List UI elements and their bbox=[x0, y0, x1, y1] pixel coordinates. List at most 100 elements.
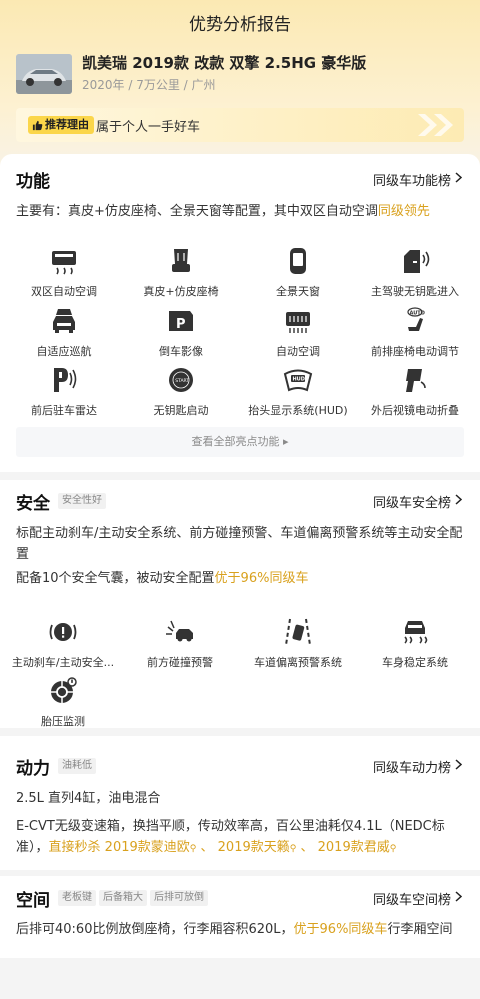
function-desc-text: 主要有：真皮+仿皮座椅、全景天窗等配置，其中双区自动空调 bbox=[16, 204, 378, 219]
power-section: 动力 油耗低 同级车动力榜 2.5L 直列4缸，油电混合 E-CVT无级变速箱，… bbox=[0, 736, 480, 870]
car-model-name: 凯美瑞 2019款 改款 双擎 2.5HG 豪华版 bbox=[82, 54, 367, 72]
safety-label: 主动刹车/主动安全... bbox=[11, 656, 115, 669]
svg-text:AUTO: AUTO bbox=[410, 311, 425, 317]
power-title: 动力 bbox=[16, 759, 50, 779]
space-rank-label: 同级车空间榜 bbox=[372, 893, 451, 908]
space-desc-text: 后排可40:60比例放倒座椅，行李厢容积620L， bbox=[16, 922, 294, 937]
feature-label: 抬头显示系统(HUD) bbox=[248, 404, 348, 417]
feature-item[interactable]: START 无钥匙启动 bbox=[121, 365, 241, 418]
feature-item[interactable]: 全景天窗 bbox=[238, 246, 358, 299]
feature-label: 全景天窗 bbox=[276, 285, 320, 298]
feature-label: 无钥匙启动 bbox=[153, 404, 209, 417]
feature-item[interactable]: P 倒车影像 bbox=[121, 306, 241, 359]
power-spec: 2.5L 直列4缸，油电混合 bbox=[16, 791, 161, 806]
space-tag: 老板键 bbox=[58, 890, 96, 906]
collision-warning-icon bbox=[166, 620, 193, 642]
function-section: 功能 同级车功能榜 主要有：真皮+仿皮座椅、全景天窗等配置，其中双区自动空调同级… bbox=[0, 154, 480, 472]
lane-departure-icon bbox=[285, 618, 311, 646]
feature-item[interactable]: 主驾驶无钥匙进入 bbox=[355, 246, 475, 299]
chevron-right-icon bbox=[455, 759, 463, 774]
active-brake-icon bbox=[49, 623, 77, 641]
feature-label: 倒车影像 bbox=[159, 345, 203, 358]
safety-description-passive: 配备10个安全气囊，被动安全配置优于96%同级车 bbox=[16, 568, 468, 589]
feature-item[interactable]: 自适应巡航 bbox=[4, 306, 124, 359]
search-icon: ⚲ bbox=[289, 844, 297, 854]
competitor-name: 2019款天籁 bbox=[217, 840, 290, 855]
feature-item[interactable]: 双区自动空调 bbox=[4, 246, 124, 299]
adaptive-cruise-icon bbox=[53, 309, 75, 333]
power-seat-icon: AUTO bbox=[407, 307, 425, 331]
dual-ac-icon bbox=[52, 251, 76, 275]
feature-item[interactable]: 真皮+仿皮座椅 bbox=[121, 246, 241, 299]
search-icon: ⚲ bbox=[389, 844, 397, 854]
keyless-entry-icon bbox=[404, 250, 430, 273]
feature-label: 自动空调 bbox=[276, 345, 320, 358]
feature-label: 外后视镜电动折叠 bbox=[371, 404, 459, 417]
safety-label: 前方碰撞预警 bbox=[147, 656, 213, 669]
feature-label: 自适应巡航 bbox=[36, 345, 92, 358]
feature-item[interactable]: HUD 抬头显示系统(HUD) bbox=[238, 365, 358, 418]
car-meta: 2020年 / 7万公里 / 广州 bbox=[82, 78, 216, 92]
reverse-camera-icon: P bbox=[169, 311, 193, 332]
parking-radar-icon bbox=[54, 368, 77, 392]
safety-label: 车道偏离预警系统 bbox=[254, 656, 342, 669]
competitor-name: 2019款蒙迪欧 bbox=[104, 840, 190, 855]
safety-description-active: 标配主动刹车/主动安全系统、前方碰撞预警、车道偏离预警系统等主动安全配置 bbox=[16, 526, 463, 562]
safety-item[interactable]: 主动刹车/主动安全... bbox=[3, 617, 123, 670]
competitor-link-2[interactable]: 2019款天籁⚲ bbox=[218, 840, 297, 855]
chevron-right-icon bbox=[455, 891, 463, 906]
recommend-reason-bar: 推荐理由 属于个人一手好车 bbox=[16, 108, 464, 142]
power-rank-link[interactable]: 同级车动力榜 bbox=[373, 757, 463, 776]
thumbs-up-icon bbox=[32, 120, 43, 130]
keyless-start-icon: START bbox=[169, 368, 193, 392]
safety-item[interactable]: 车身稳定系统 bbox=[355, 617, 475, 670]
tire-pressure-icon bbox=[51, 677, 77, 703]
safety-section: 安全 安全性好 同级车安全榜 标配主动刹车/主动安全系统、前方碰撞预警、车道偏离… bbox=[0, 480, 480, 728]
feature-label: 前后驻车雷达 bbox=[31, 404, 97, 417]
safety-passive-highlight: 优于96%同级车 bbox=[214, 571, 309, 586]
safety-rank-label: 同级车安全榜 bbox=[372, 496, 451, 511]
chevrons-decoration-icon bbox=[418, 114, 453, 136]
car-thumbnail[interactable] bbox=[16, 54, 72, 94]
caret-right-icon: ▸ bbox=[282, 435, 289, 448]
stability-icon bbox=[404, 621, 428, 644]
hud-icon: HUD bbox=[283, 369, 313, 392]
space-tag: 后排可放倒 bbox=[150, 890, 208, 906]
separator: 、 bbox=[300, 840, 314, 855]
svg-text:HUD: HUD bbox=[293, 377, 305, 383]
power-desc-highlight: 直接秒杀 bbox=[48, 840, 101, 855]
space-description: 后排可40:60比例放倒座椅，行李厢容积620L，优于96%同级车行李厢空间 bbox=[16, 919, 468, 940]
feature-label: 真皮+仿皮座椅 bbox=[143, 285, 219, 298]
feature-item[interactable]: 外后视镜电动折叠 bbox=[355, 365, 475, 418]
competitor-link-3[interactable]: 2019款君威⚲ bbox=[318, 840, 397, 855]
power-tag: 油耗低 bbox=[58, 758, 96, 774]
separator: 、 bbox=[200, 840, 214, 855]
feature-item[interactable]: AUTO 前排座椅电动调节 bbox=[355, 306, 475, 359]
feature-item[interactable]: 前后驻车雷达 bbox=[4, 365, 124, 418]
safety-passive-text: 配备10个安全气囊，被动安全配置 bbox=[16, 571, 215, 586]
chevron-right-icon bbox=[455, 172, 463, 187]
sunroof-icon bbox=[290, 248, 306, 274]
safety-item[interactable]: 胎压监测 bbox=[3, 676, 123, 729]
feature-item[interactable]: 自动空调 bbox=[238, 306, 358, 359]
search-icon: ⚲ bbox=[189, 844, 197, 854]
space-desc-highlight: 优于96%同级车 bbox=[293, 922, 388, 937]
svg-text:START: START bbox=[175, 378, 189, 384]
space-title: 空间 bbox=[16, 891, 50, 911]
view-all-features-button[interactable]: 查看全部亮点功能 ▸ bbox=[16, 427, 464, 457]
view-all-features-label: 查看全部亮点功能 bbox=[191, 435, 280, 448]
recommend-badge: 推荐理由 bbox=[28, 116, 94, 134]
feature-label: 主驾驶无钥匙进入 bbox=[371, 285, 459, 298]
feature-label: 双区自动空调 bbox=[31, 285, 97, 298]
safety-label: 车身稳定系统 bbox=[382, 656, 448, 669]
space-tag: 后备箱大 bbox=[99, 890, 147, 906]
recommend-reason-text: 属于个人一手好车 bbox=[96, 120, 201, 135]
safety-rank-link[interactable]: 同级车安全榜 bbox=[372, 492, 463, 511]
feature-label: 前排座椅电动调节 bbox=[371, 345, 459, 358]
space-section: 空间 老板键 后备箱大 后排可放倒 同级车空间榜 后排可40:60比例放倒座椅，… bbox=[0, 876, 480, 958]
space-rank-link[interactable]: 同级车空间榜 bbox=[372, 889, 463, 908]
function-rank-link[interactable]: 同级车功能榜 bbox=[373, 170, 463, 189]
safety-item[interactable]: 车道偏离预警系统 bbox=[238, 617, 358, 670]
competitor-link-1[interactable]: 2019款蒙迪欧⚲ bbox=[105, 840, 197, 855]
safety-item[interactable]: 前方碰撞预警 bbox=[120, 617, 240, 670]
